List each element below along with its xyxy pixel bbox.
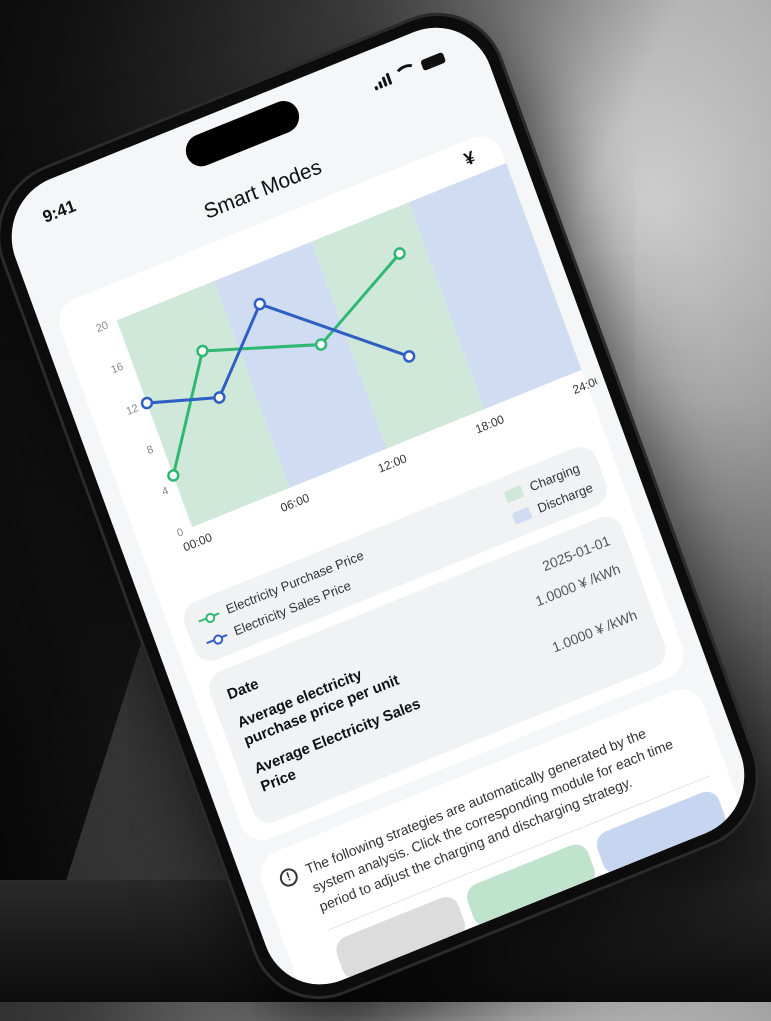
y-tick-label: 0 (175, 526, 185, 540)
y-tick-label: 16 (110, 361, 125, 377)
battery-icon (419, 51, 447, 71)
y-tick-label: 20 (95, 319, 110, 335)
legend-green-line-icon (197, 608, 221, 626)
date-label: Date (224, 675, 261, 704)
legend-charging-swatch (503, 484, 525, 503)
wifi-icon (393, 61, 419, 83)
x-tick-label: 18:00 (473, 412, 506, 437)
legend-discharge-swatch (511, 506, 533, 525)
status-time: 9:41 (40, 196, 79, 227)
x-tick-label: 24:00 (571, 373, 604, 398)
legend-bands: Charging Discharge (503, 458, 595, 525)
x-tick-label: 00:00 (181, 530, 214, 555)
signal-icon (372, 72, 393, 91)
x-tick-label: 12:00 (376, 451, 409, 476)
y-tick-label: 12 (125, 402, 140, 418)
y-tick-label: 8 (145, 443, 155, 457)
info-icon: ! (277, 865, 301, 889)
status-icons (371, 50, 447, 92)
legend-blue-line-icon (205, 630, 229, 648)
y-tick-label: 4 (160, 485, 170, 499)
x-tick-label: 06:00 (279, 491, 312, 516)
